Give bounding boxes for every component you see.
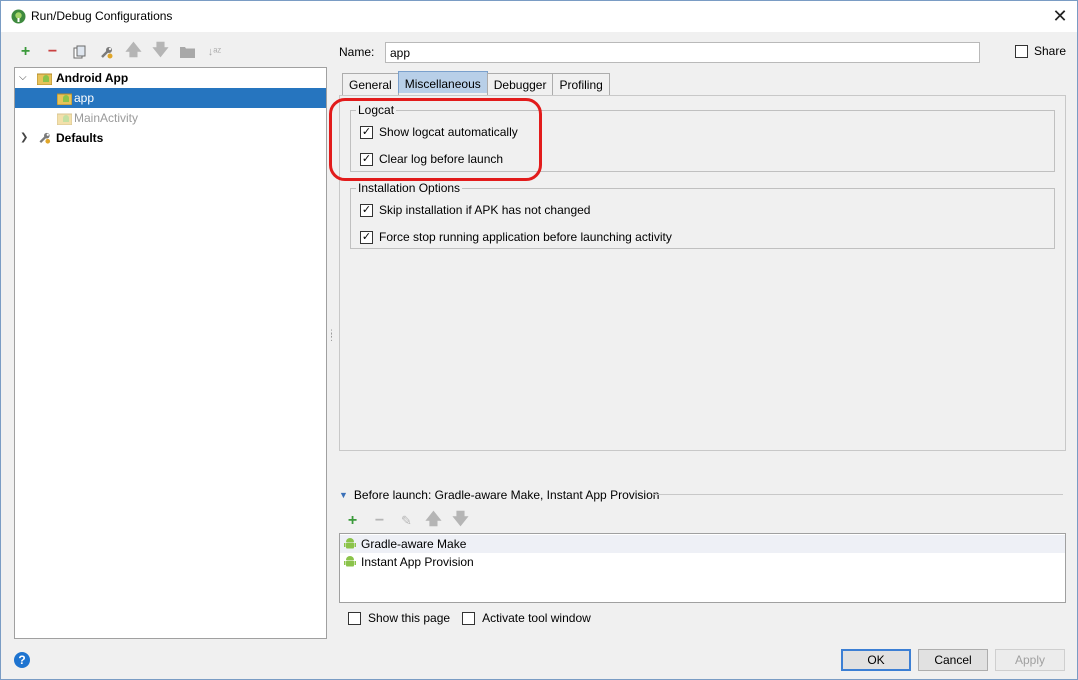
before-launch-options: Show this page Activate tool window [348, 611, 591, 625]
checkbox-checked[interactable]: ✓ [360, 203, 373, 217]
tree-item-label: MainActivity [74, 111, 139, 125]
title-bar: Run/Debug Configurations ✕ [1, 1, 1077, 32]
android-studio-icon [11, 9, 26, 24]
skip-installation-label: Skip installation if APK has not changed [379, 203, 591, 217]
chevron-right-icon[interactable]: ❯ [20, 128, 28, 148]
before-launch-title: Before launch: Gradle-aware Make, Instan… [353, 488, 660, 502]
tree-item-app[interactable]: app [15, 88, 326, 108]
configuration-tree: ⌵ Android App app MainActivity ❯ Default… [14, 67, 327, 639]
show-this-page-label: Show this page [368, 611, 451, 625]
help-icon[interactable]: ? [14, 652, 30, 668]
clear-log-checkbox[interactable]: ✓ Clear log before launch [360, 152, 503, 166]
installation-group: Installation Options ✓ Skip installation… [350, 181, 1055, 249]
add-icon[interactable]: + [343, 510, 362, 532]
android-app-config-icon [57, 113, 72, 125]
before-launch-task[interactable]: Instant App Provision [340, 553, 1065, 571]
task-label: Gradle-aware Make [361, 537, 467, 551]
tree-item-label: Android App [56, 71, 129, 85]
folder-icon[interactable] [177, 41, 198, 63]
task-label: Instant App Provision [361, 555, 474, 569]
checkbox-checked[interactable]: ✓ [360, 230, 373, 244]
before-launch-task[interactable]: Gradle-aware Make [340, 535, 1065, 553]
share-checkbox[interactable]: Share [1015, 44, 1066, 58]
logcat-group-title: Logcat [356, 103, 397, 117]
tab-profiling[interactable]: Profiling [552, 73, 610, 95]
show-logcat-label: Show logcat automatically [379, 125, 518, 139]
android-icon [344, 538, 356, 549]
force-stop-checkbox[interactable]: ✓ Force stop running application before … [360, 230, 672, 244]
android-app-icon [37, 73, 52, 85]
android-icon [344, 556, 356, 567]
show-logcat-checkbox[interactable]: ✓ Show logcat automatically [360, 125, 518, 139]
move-down-icon[interactable]: 🡇 [150, 41, 171, 63]
tree-item-mainactivity[interactable]: MainActivity [15, 108, 326, 128]
before-launch-list: Gradle-aware Make Instant App Provision [339, 533, 1066, 603]
share-checkbox-box[interactable] [1015, 44, 1028, 58]
copy-icon[interactable] [69, 41, 90, 63]
config-tabs: General Miscellaneous Debugger Profiling [342, 71, 610, 95]
before-launch-toolbar: + − ✎ 🡅 🡇 [343, 510, 470, 532]
checkbox-checked[interactable]: ✓ [360, 125, 373, 139]
config-toolbar: + − 🡅 🡇 ↓ᵃᶻ [15, 41, 225, 63]
activate-tool-window-label: Activate tool window [482, 611, 591, 625]
miscellaneous-panel: Logcat ✓ Show logcat automatically ✓ Cle… [339, 95, 1066, 451]
tab-miscellaneous[interactable]: Miscellaneous [397, 71, 488, 93]
chevron-down-icon[interactable]: ⌵ [19, 68, 27, 88]
logcat-group: Logcat ✓ Show logcat automatically ✓ Cle… [350, 103, 1055, 172]
checkbox-unchecked[interactable] [462, 611, 476, 625]
edit-icon[interactable]: ✎ [397, 510, 416, 532]
checkbox-unchecked[interactable] [348, 611, 361, 625]
android-app-config-icon [57, 93, 72, 105]
checkbox-checked[interactable]: ✓ [360, 152, 373, 166]
tree-item-label: app [74, 91, 95, 105]
window-title: Run/Debug Configurations [31, 9, 173, 23]
cancel-button[interactable]: Cancel [918, 649, 988, 671]
triangle-down-icon[interactable]: ▼ [339, 490, 348, 500]
tab-debugger[interactable]: Debugger [486, 73, 554, 95]
run-debug-dialog: Run/Debug Configurations ✕ + − 🡅 🡇 ↓ᵃᶻ ⌵… [0, 0, 1078, 680]
installation-group-title: Installation Options [356, 181, 463, 195]
clear-log-label: Clear log before launch [379, 152, 504, 166]
close-icon[interactable]: ✕ [1047, 3, 1073, 29]
move-down-icon[interactable]: 🡇 [451, 510, 470, 532]
remove-icon[interactable]: − [370, 510, 389, 532]
tree-item-label: Defaults [56, 131, 104, 145]
name-input[interactable] [385, 42, 980, 63]
before-launch-header[interactable]: ▼ Before launch: Gradle-aware Make, Inst… [339, 488, 659, 502]
wrench-icon [39, 132, 51, 144]
add-icon[interactable]: + [15, 41, 36, 63]
splitter-handle[interactable]: ⋮ ⋮ [327, 329, 336, 345]
divider [653, 494, 1063, 495]
tree-item-android-app[interactable]: ⌵ Android App [15, 68, 326, 88]
show-this-page-checkbox[interactable]: Show this page [348, 611, 450, 625]
ok-button[interactable]: OK [841, 649, 911, 671]
share-label: Share [1034, 44, 1067, 58]
wrench-icon[interactable] [96, 41, 117, 63]
move-up-icon[interactable]: 🡅 [123, 41, 144, 63]
remove-icon[interactable]: − [42, 41, 63, 63]
sort-icon[interactable]: ↓ᵃᶻ [204, 41, 225, 63]
tree-item-defaults[interactable]: ❯ Defaults [15, 128, 326, 148]
activate-tool-window-checkbox[interactable]: Activate tool window [462, 611, 591, 625]
apply-button[interactable]: Apply [995, 649, 1065, 671]
tab-general[interactable]: General [342, 73, 399, 95]
move-up-icon[interactable]: 🡅 [424, 510, 443, 532]
force-stop-label: Force stop running application before la… [379, 230, 672, 244]
name-label: Name: [339, 45, 375, 59]
skip-installation-checkbox[interactable]: ✓ Skip installation if APK has not chang… [360, 203, 590, 217]
